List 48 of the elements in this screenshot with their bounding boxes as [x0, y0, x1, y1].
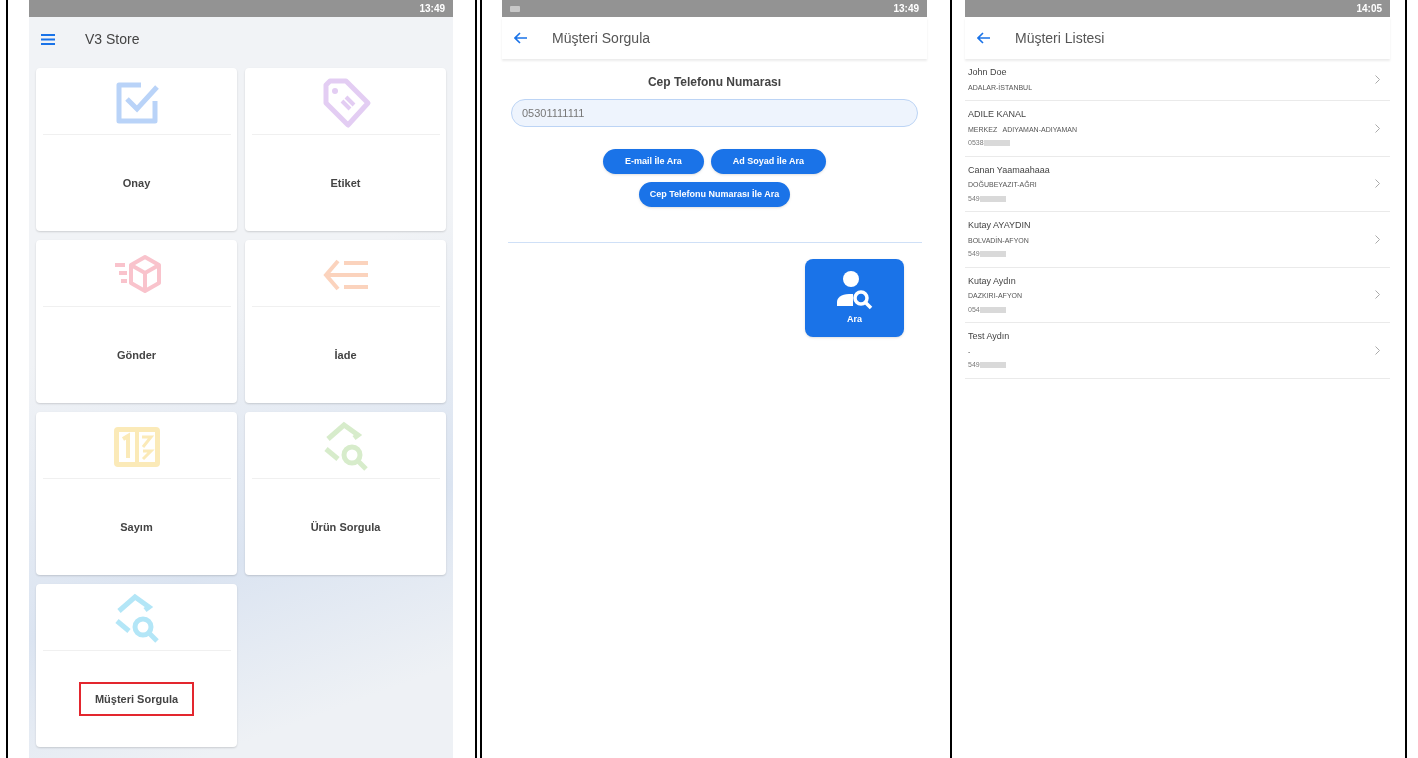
- customer-name: ADILE KANAL: [968, 108, 1028, 121]
- menu-tile[interactable]: Müşteri Sorgula: [36, 584, 237, 747]
- customer-name: Kutay Aydın: [968, 274, 1017, 288]
- customer-name: Canan Yaamaahaaa: [968, 163, 1051, 177]
- tile-label: Onay: [121, 175, 152, 191]
- menu-tile[interactable]: Sayım: [36, 412, 237, 575]
- user-search-icon: [834, 269, 875, 310]
- menu-tile[interactable]: İade: [245, 240, 446, 403]
- menu-icon[interactable]: [41, 33, 55, 45]
- phone-input-field[interactable]: 05301111111: [511, 99, 918, 127]
- tile-label: Etiket: [329, 175, 362, 191]
- blur-redaction: [983, 140, 1010, 147]
- back-arrow-icon[interactable]: [977, 32, 991, 44]
- blur-redaction: [979, 251, 1006, 258]
- chevron-right-icon: [1375, 75, 1380, 84]
- tile-label: Gönder: [115, 347, 158, 363]
- screen-title: Müşteri Listesi: [1015, 28, 1105, 48]
- blur-redaction: [979, 195, 1006, 202]
- back-arrow-icon[interactable]: [514, 32, 528, 44]
- tile-label: İade: [333, 347, 358, 363]
- app-title: V3 Store: [85, 29, 140, 49]
- chevron-right-icon: [1375, 123, 1380, 133]
- search-option-button[interactable]: E-mail İle Ara: [603, 149, 704, 174]
- blur-redaction: [979, 362, 1006, 369]
- chevron-right-icon: [1375, 345, 1380, 355]
- customer-name: John Doe: [968, 66, 1008, 79]
- field-label: Cep Telefonu Numarası: [647, 74, 782, 91]
- menu-tile[interactable]: Gönder: [36, 240, 237, 403]
- customer-name: Test Aydın: [968, 330, 1011, 343]
- menu-tile[interactable]: Onay: [36, 68, 237, 231]
- menu-tile[interactable]: Etiket: [245, 68, 446, 231]
- chevron-right-icon: [1375, 179, 1380, 189]
- tile-label: Ürün Sorgula: [309, 519, 382, 535]
- menu-tile[interactable]: Ürün Sorgula: [245, 412, 446, 575]
- chevron-right-icon: [1375, 290, 1380, 300]
- customer-name: Kutay AYAYDIN: [968, 219, 1032, 232]
- search-option-button[interactable]: Cep Telefonu Numarası İle Ara: [638, 182, 791, 207]
- status-time: 13:49: [419, 2, 445, 16]
- status-time: 14:05: [1356, 2, 1382, 16]
- chevron-right-icon: [1375, 234, 1380, 244]
- keyboard-icon: [510, 5, 520, 12]
- blur-redaction: [979, 306, 1006, 313]
- screen-title: Müşteri Sorgula: [552, 28, 651, 48]
- tile-label: Müşteri Sorgula: [78, 681, 195, 717]
- status-time: 13:49: [893, 2, 919, 16]
- search-option-button[interactable]: Ad Soyad İle Ara: [710, 149, 826, 174]
- search-action-button[interactable]: Ara: [805, 259, 904, 337]
- tile-label: Sayım: [119, 519, 154, 535]
